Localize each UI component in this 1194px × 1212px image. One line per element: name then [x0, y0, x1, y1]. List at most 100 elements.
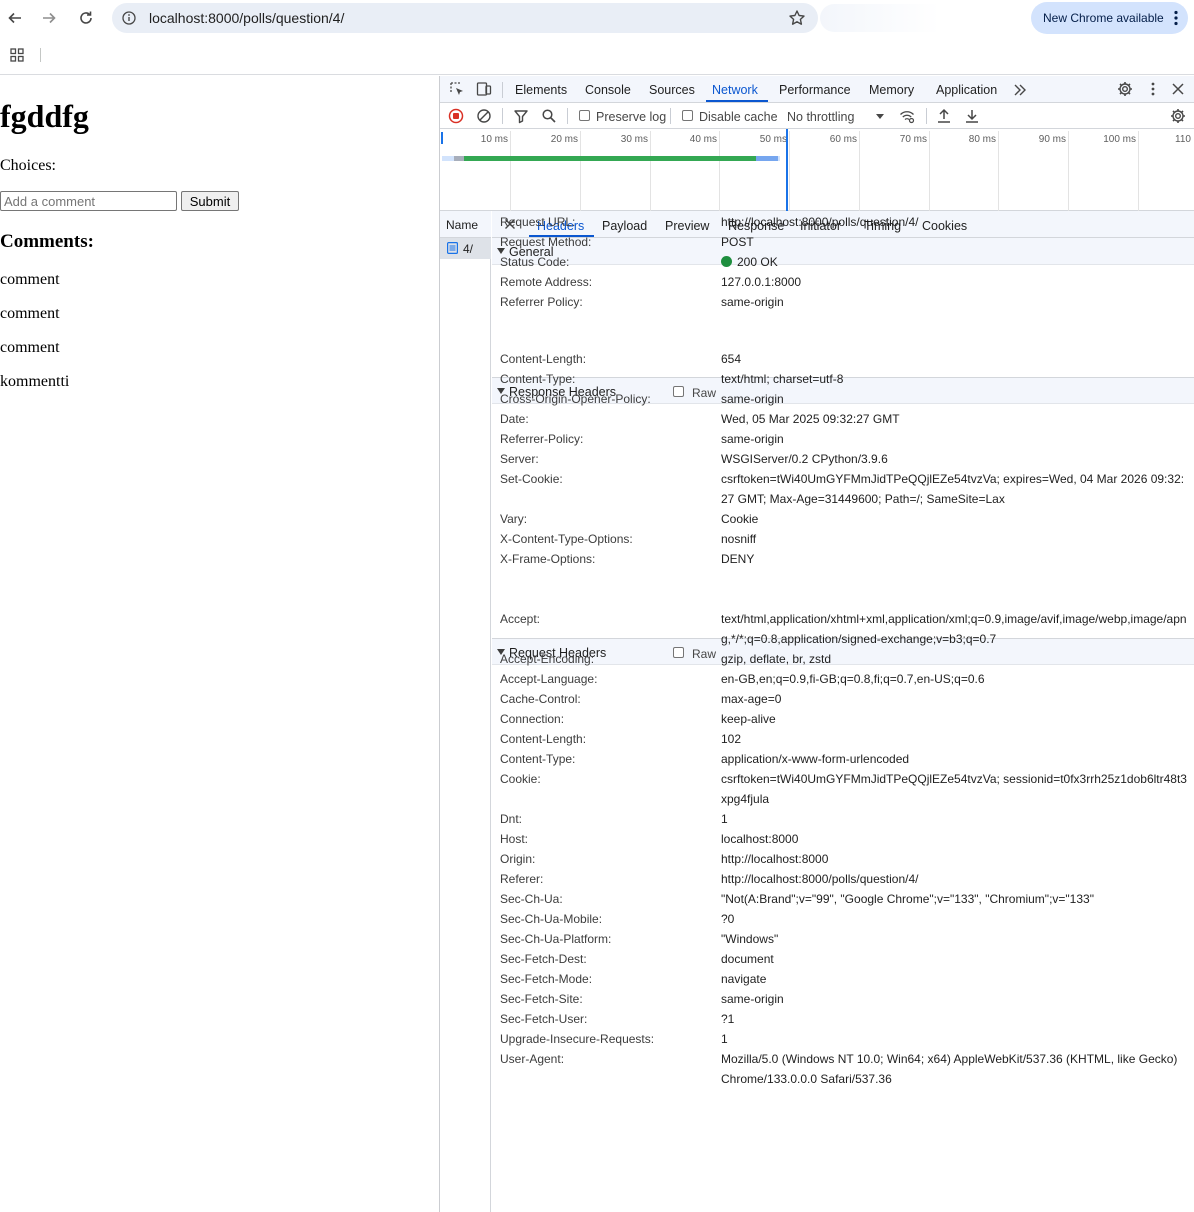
tick-gridline — [510, 131, 511, 211]
header-value[interactable]: csrftoken=tWi40UmGYFMmJidTPeQQjlEZe54tvz… — [721, 469, 1187, 509]
tick-gridline — [1068, 131, 1069, 211]
header-value[interactable]: DENY — [721, 549, 1187, 569]
network-overview-timeline[interactable]: 10 ms 20 ms 30 ms 40 ms 50 ms 60 ms 70 m… — [440, 129, 1194, 211]
apps-grid-icon[interactable] — [10, 48, 24, 62]
header-value[interactable]: Wed, 05 Mar 2025 09:32:27 GMT — [721, 409, 1187, 429]
inspect-element-icon[interactable] — [449, 81, 465, 97]
request-row[interactable]: 4/ — [440, 238, 491, 259]
preserve-log-checkbox[interactable] — [579, 110, 590, 121]
record-stop-icon[interactable] — [448, 108, 464, 124]
tab-elements[interactable]: Elements — [515, 83, 567, 97]
reload-button[interactable] — [74, 6, 98, 30]
settings-gear-icon[interactable] — [1117, 81, 1133, 97]
back-button[interactable] — [3, 6, 27, 30]
header-value[interactable]: ?0 — [721, 909, 1187, 929]
header-key: User-Agent: — [500, 1052, 565, 1066]
header-key: Accept-Language: — [500, 672, 598, 686]
header-value[interactable]: max-age=0 — [721, 689, 1187, 709]
header-value[interactable]: http://localhost:8000 — [721, 849, 1187, 869]
tab-application[interactable]: Application — [936, 83, 997, 97]
tab-network[interactable]: Network — [712, 83, 758, 97]
tab-preview[interactable]: Preview — [665, 219, 709, 233]
header-key: Accept-Encoding: — [500, 652, 595, 666]
header-value[interactable]: 102 — [721, 729, 1187, 749]
request-list: Name 4/ — [440, 211, 491, 1212]
close-devtools-icon[interactable] — [1170, 81, 1186, 97]
import-har-icon[interactable] — [936, 108, 952, 124]
tab-separator — [502, 82, 503, 98]
header-key: Content-Length: — [500, 352, 587, 366]
header-value[interactable]: Mozilla/5.0 (Windows NT 10.0; Win64; x64… — [721, 1049, 1187, 1089]
header-value[interactable]: POST — [721, 232, 1187, 252]
address-bar[interactable]: localhost:8000/polls/question/4/ — [112, 3, 818, 33]
export-har-icon[interactable] — [964, 108, 980, 124]
submit-button[interactable]: Submit — [181, 191, 239, 211]
forward-button[interactable] — [37, 6, 61, 30]
header-value[interactable]: same-origin — [721, 292, 1187, 312]
comment-input[interactable] — [0, 191, 177, 211]
header-value[interactable]: "Windows" — [721, 929, 1187, 949]
header-value[interactable]: same-origin — [721, 429, 1187, 449]
network-conditions-icon[interactable] — [899, 108, 915, 124]
tick-gridline — [719, 131, 720, 211]
header-key: Sec-Fetch-Site: — [500, 992, 583, 1006]
header-value[interactable]: 200 OK — [721, 252, 1187, 272]
tab-performance[interactable]: Performance — [779, 83, 851, 97]
customize-menu-icon[interactable] — [1145, 81, 1161, 97]
tab-console[interactable]: Console — [585, 83, 631, 97]
header-value[interactable]: 1 — [721, 1029, 1187, 1049]
header-key: Server: — [500, 452, 539, 466]
header-value[interactable]: application/x-www-form-urlencoded — [721, 749, 1187, 769]
header-key: Vary: — [500, 512, 528, 526]
raw-request-checkbox[interactable] — [673, 647, 684, 658]
header-value[interactable]: 127.0.0.1:8000 — [721, 272, 1187, 292]
header-value[interactable]: same-origin — [721, 389, 1187, 409]
header-value[interactable]: csrftoken=tWi40UmGYFMmJidTPeQQjlEZe54tvz… — [721, 769, 1187, 809]
tab-payload[interactable]: Payload — [602, 219, 647, 233]
filter-icon[interactable] — [513, 108, 529, 124]
bookmark-star-icon[interactable] — [788, 9, 806, 27]
clear-icon[interactable] — [476, 108, 492, 124]
chrome-update-button[interactable]: New Chrome available — [1031, 2, 1188, 34]
comments-heading: Comments: — [0, 231, 94, 252]
header-value[interactable]: WSGIServer/0.2 CPython/3.9.6 — [721, 449, 1187, 469]
header-value[interactable]: gzip, deflate, br, zstd — [721, 649, 1187, 669]
active-tab-indicator — [706, 100, 768, 102]
search-icon[interactable] — [541, 108, 557, 124]
header-value[interactable]: same-origin — [721, 989, 1187, 1009]
overview-time-cursor[interactable] — [786, 129, 788, 211]
header-value[interactable]: document — [721, 949, 1187, 969]
header-value[interactable]: http://localhost:8000/polls/question/4/ — [721, 869, 1187, 889]
header-value[interactable]: keep-alive — [721, 709, 1187, 729]
more-tabs-chevron-icon[interactable] — [1012, 82, 1028, 98]
header-key: Cache-Control: — [500, 692, 581, 706]
header-value[interactable]: Cookie — [721, 509, 1187, 529]
tab-sources[interactable]: Sources — [649, 83, 695, 97]
header-value[interactable]: nosniff — [721, 529, 1187, 549]
dropdown-caret-icon[interactable] — [872, 108, 888, 124]
header-value[interactable]: ?1 — [721, 1009, 1187, 1029]
tick-label: 100 ms — [1103, 134, 1136, 145]
disable-cache-checkbox[interactable] — [682, 110, 693, 121]
network-settings-gear-icon[interactable] — [1170, 108, 1186, 124]
header-value[interactable]: navigate — [721, 969, 1187, 989]
request-detail-pane: Headers Payload Preview Response Initiat… — [492, 211, 1194, 1212]
tab-memory[interactable]: Memory — [869, 83, 914, 97]
tick-gridline — [929, 131, 930, 211]
throttling-select[interactable]: No throttling — [787, 110, 854, 124]
header-value[interactable]: localhost:8000 — [721, 829, 1187, 849]
tick-gridline — [1138, 131, 1139, 211]
header-value[interactable]: 1 — [721, 809, 1187, 829]
raw-response-checkbox[interactable] — [673, 386, 684, 397]
device-toolbar-icon[interactable] — [476, 81, 492, 97]
header-value[interactable]: 654 — [721, 349, 1187, 369]
header-value[interactable]: http://localhost:8000/polls/question/4/ — [721, 212, 1187, 232]
header-value[interactable]: en-GB,en;q=0.9,fi-GB;q=0.8,fi;q=0.7,en-U… — [721, 669, 1187, 689]
header-value[interactable]: text/html,application/xhtml+xml,applicat… — [721, 609, 1187, 649]
header-key: Referrer Policy: — [500, 295, 583, 309]
header-value[interactable]: text/html; charset=utf-8 — [721, 369, 1187, 389]
header-value[interactable]: "Not(A:Brand";v="99", "Google Chrome";v=… — [721, 889, 1187, 909]
site-info-icon[interactable] — [121, 10, 137, 26]
name-column-header[interactable]: Name — [440, 211, 491, 238]
header-key: Request Method: — [500, 235, 592, 249]
